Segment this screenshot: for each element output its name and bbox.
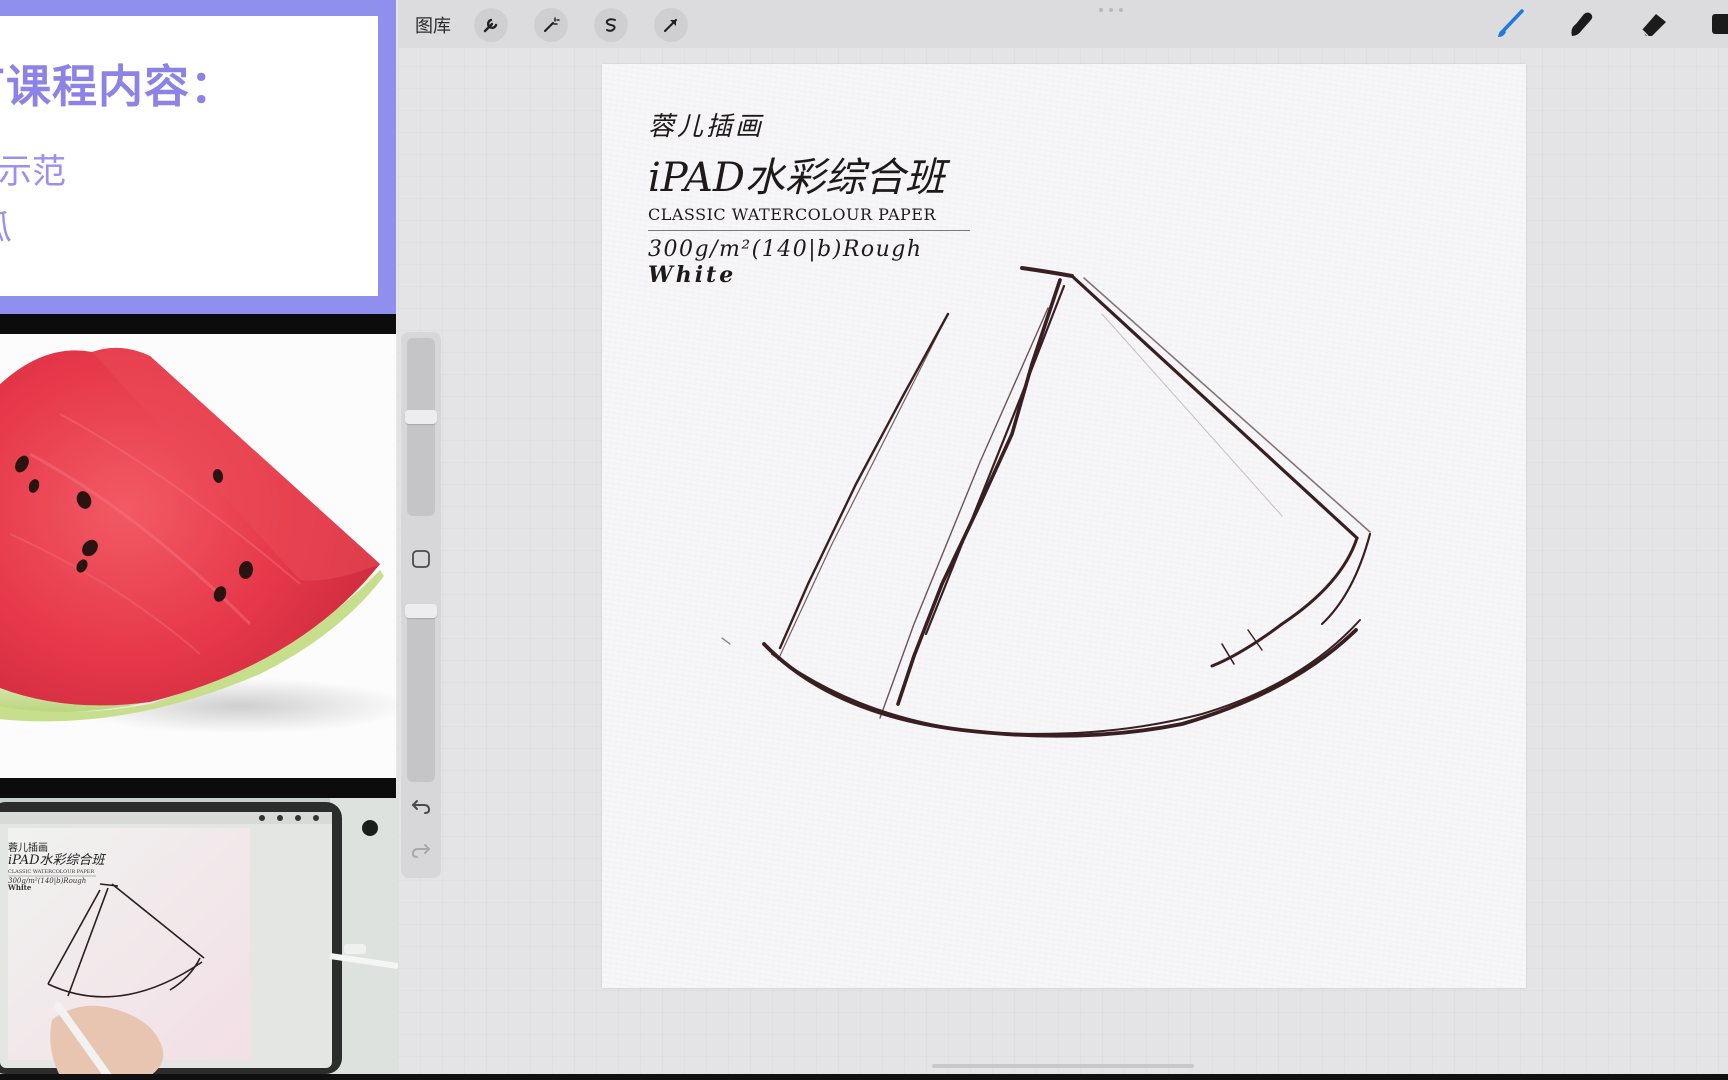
magic-wand-icon[interactable] <box>534 8 568 42</box>
divider-band <box>0 314 396 334</box>
lesson-outline-card: 节课程内容： 例示范 瓜 <box>0 0 396 314</box>
opacity-thumb[interactable] <box>405 604 437 618</box>
lesson-title: 节课程内容： <box>0 60 237 113</box>
procreate-app: 图库 蓉儿插画 iPAD水彩综合班 CLASSIC WATERCOLOUR PA… <box>398 0 1728 1074</box>
video-label-color: White <box>7 883 32 892</box>
wrench-icon[interactable] <box>474 8 508 42</box>
watermelon-photo <box>0 347 396 734</box>
home-indicator[interactable] <box>932 1064 1194 1068</box>
sidebar-sliders <box>401 332 441 878</box>
square-icon <box>412 550 430 568</box>
screen: 节课程内容： 例示范 瓜 <box>0 0 1728 1080</box>
brush-size-thumb[interactable] <box>405 410 437 424</box>
video-label-course: iPAD水彩综合班 <box>8 853 107 868</box>
watermelon-sketch <box>721 266 1372 738</box>
divider-band <box>0 778 396 798</box>
video-frame: 蓉儿插画 iPAD水彩综合班 CLASSIC WATERCOLOUR PAPER… <box>0 798 398 1076</box>
smudge-icon[interactable] <box>1564 6 1600 42</box>
video-toolbar-icons <box>0 812 332 824</box>
brush-icon[interactable] <box>1492 6 1528 42</box>
gallery-button[interactable]: 图库 <box>415 12 451 38</box>
modify-button[interactable] <box>410 548 432 570</box>
lesson-item-demo: 例示范 <box>0 152 66 192</box>
lesson-outline-content: 节课程内容： 例示范 瓜 <box>0 16 378 296</box>
eraser-icon[interactable] <box>1636 6 1672 42</box>
drawing-canvas[interactable]: 蓉儿插画 iPAD水彩综合班 CLASSIC WATERCOLOUR PAPER… <box>602 64 1526 988</box>
brush-size-slider[interactable] <box>407 338 435 516</box>
undo-icon[interactable] <box>409 794 433 818</box>
drag-handle[interactable] <box>1096 8 1126 14</box>
lesson-sidebar: 节课程内容： 例示范 瓜 <box>0 0 398 1080</box>
hand-drawing-video: 蓉儿插画 iPAD水彩综合班 CLASSIC WATERCOLOUR PAPER… <box>0 798 398 1076</box>
redo-icon[interactable] <box>409 838 433 862</box>
bottom-edge <box>0 1074 1728 1080</box>
layers-icon[interactable] <box>1706 6 1728 42</box>
reference-photo <box>0 334 396 778</box>
transform-arrow-icon[interactable] <box>654 8 688 42</box>
opacity-slider[interactable] <box>407 604 435 782</box>
selection-icon[interactable] <box>594 8 628 42</box>
top-toolbar: 图库 <box>398 0 1728 48</box>
video-label-paper: CLASSIC WATERCOLOUR PAPER <box>8 869 94 875</box>
lesson-item-watermelon: 瓜 <box>0 200 12 249</box>
